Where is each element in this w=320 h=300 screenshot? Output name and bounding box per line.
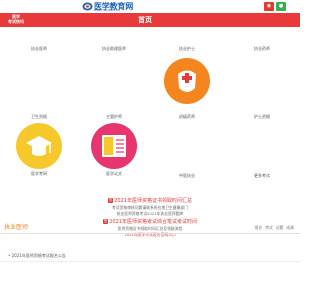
hot-badge: 热 <box>103 219 109 224</box>
tile-doctor[interactable]: 执业医师 <box>8 44 70 51</box>
weibo-icon[interactable]: ◉ <box>264 2 274 11</box>
page-title: 首页 <box>138 16 152 24</box>
section-tab[interactable]: 报名 <box>255 224 263 232</box>
notice-item[interactable]: 热 2021年医师资格考试综合笔试考试时间 <box>88 217 212 226</box>
tile-chinese[interactable]: 初级药师 <box>156 112 218 119</box>
tile-label: 执业护士 <box>179 46 195 51</box>
tile-assistant[interactable]: 执业助理医师 <box>83 44 145 51</box>
nav-bar: 医学 考试快讯 首页 <box>0 13 300 27</box>
tile-health[interactable]: 卫生资格 <box>8 112 70 119</box>
logo-url: www.med66.com <box>94 8 120 12</box>
notice-text: 2021年医师资格证书领取时间汇总 <box>114 197 192 204</box>
list-item[interactable]: 2021年医师资格考试报名公告 <box>8 252 292 260</box>
document-icon <box>91 123 137 169</box>
tile-more[interactable]: 更多考试 <box>231 171 293 178</box>
tile-label: 执业助理医师 <box>102 46 126 51</box>
notice-text: 执业医师资格考试2021年执业医师题库 <box>116 211 184 216</box>
nav-brand-line2: 考试快讯 <box>8 19 24 24</box>
hot-badge: 热 <box>108 198 114 203</box>
section-tab[interactable]: 试题 <box>276 224 284 232</box>
nav-brand[interactable]: 医学 考试快讯 <box>6 14 26 24</box>
tile-label: 医学论文 <box>106 171 122 176</box>
graduation-cap-icon <box>16 123 62 169</box>
article-list: 2021年医师资格考试报名公告 <box>8 252 292 260</box>
tile-pharmacist[interactable]: 执业药师 <box>231 44 293 51</box>
tile-nurse[interactable] <box>156 58 218 104</box>
wechat-icon[interactable]: ● <box>276 2 286 11</box>
logo-icon <box>82 2 93 11</box>
section-tab[interactable]: 考试 <box>265 224 273 232</box>
tile-nurse-label: 执业护士 <box>156 44 218 51</box>
tile-record[interactable]: 医学论文 <box>83 123 145 176</box>
section-tabs: 报名 考试 试题 成绩 <box>255 224 294 232</box>
tile-label: 初级药师 <box>179 114 195 119</box>
notice-item[interactable]: 热 2021年医师资格证书领取时间汇总 <box>88 196 212 205</box>
section-divider <box>0 233 300 234</box>
tile-intermediate[interactable]: 主管护师 <box>83 112 145 119</box>
notice-list: 热 2021年医师资格证书领取时间汇总 考试资格审核问题请联系所在地卫生健康部门… <box>88 196 212 238</box>
tile-student[interactable]: 医学考研 <box>8 123 70 176</box>
tile-label: 护士资格 <box>254 114 270 119</box>
tile-label: 执业药师 <box>254 46 270 51</box>
tile-nurse-assist[interactable]: 护士资格 <box>231 112 293 119</box>
nurse-icon <box>164 58 210 104</box>
tile-label: 中医执业 <box>179 173 195 178</box>
notice-text: 2021年医师资格考试综合笔试考试时间 <box>109 218 197 225</box>
tile-tcm[interactable]: 中医执业 <box>156 171 218 178</box>
tile-label: 执业医师 <box>31 46 47 51</box>
tile-label: 更多考试 <box>254 173 270 178</box>
tile-label: 医学考研 <box>31 171 47 176</box>
top-header: 医学教育网 www.med66.com ◉ ● <box>0 0 300 13</box>
list-divider <box>0 261 300 262</box>
tile-label: 卫生资格 <box>31 114 47 119</box>
section-title: 执业医师 <box>4 224 29 231</box>
tile-label: 主管护师 <box>106 114 122 119</box>
section-tab[interactable]: 成绩 <box>286 224 294 232</box>
